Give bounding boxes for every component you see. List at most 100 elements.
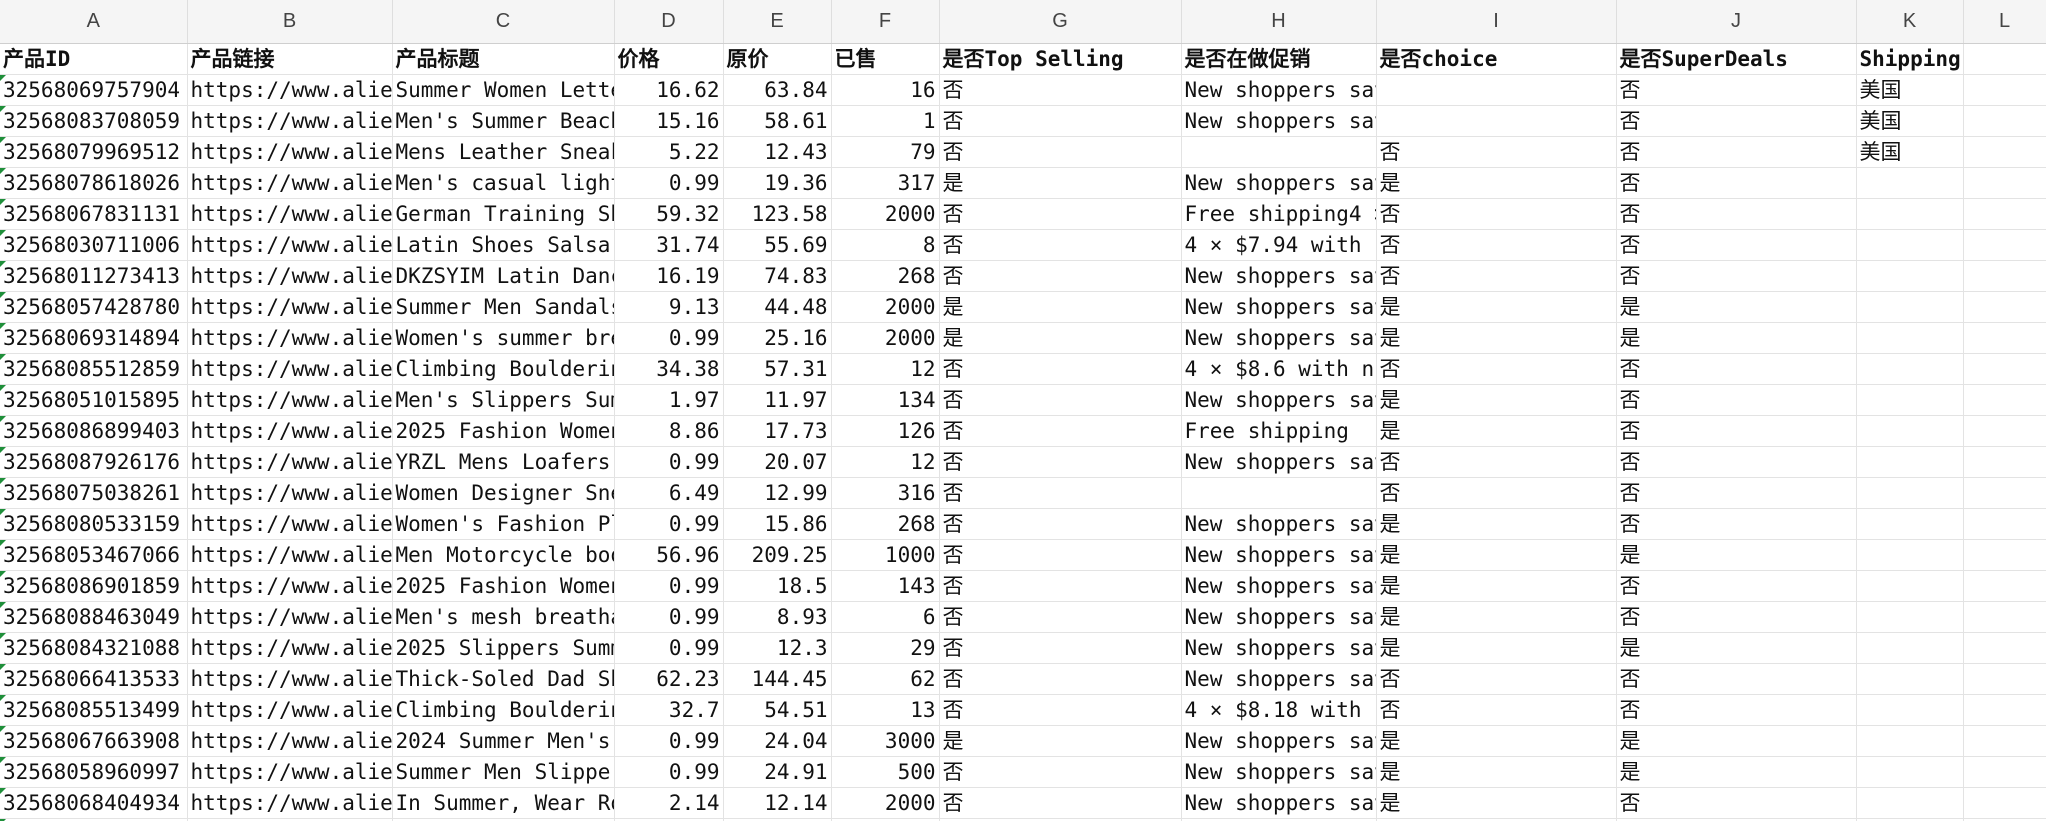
field-header-cell[interactable]: 是否choice — [1376, 43, 1617, 75]
table-cell[interactable]: 25.16 — [723, 322, 832, 354]
table-cell[interactable]: 55.69 — [723, 229, 832, 261]
table-cell[interactable]: 0.99 — [614, 601, 724, 633]
table-cell[interactable]: 16.62 — [614, 74, 724, 106]
table-cell[interactable]: 否 — [1616, 167, 1857, 199]
table-cell[interactable]: 134 — [831, 384, 940, 416]
table-cell[interactable] — [1376, 74, 1617, 106]
table-cell[interactable]: 1 — [831, 105, 940, 137]
table-cell[interactable]: 否 — [1616, 601, 1857, 633]
column-header-c[interactable]: C — [392, 0, 615, 44]
table-cell[interactable]: 是 — [1616, 539, 1857, 571]
table-cell[interactable]: Summer Men Slippers — [392, 756, 615, 788]
table-cell[interactable]: 2024 Summer Men's Sandals — [392, 725, 615, 757]
table-cell[interactable] — [1963, 353, 2046, 385]
table-cell[interactable]: 12 — [831, 353, 940, 385]
table-cell[interactable]: 32568053467066 — [0, 539, 188, 571]
column-header-e[interactable]: E — [723, 0, 832, 44]
table-cell[interactable]: 12.3 — [723, 632, 832, 664]
table-cell[interactable]: https://www.aliexpress.com/item/32568051… — [187, 384, 393, 416]
table-cell[interactable]: https://www.aliexpress.com/item/32568086… — [187, 570, 393, 602]
table-cell[interactable]: https://www.aliexpress.com/item/32568053… — [187, 539, 393, 571]
table-cell[interactable]: https://www.aliexpress.com/item/32568068… — [187, 787, 393, 819]
table-cell[interactable] — [1856, 446, 1964, 478]
table-cell[interactable] — [1856, 198, 1964, 230]
table-cell[interactable]: https://www.aliexpress.com/item/32568078… — [187, 167, 393, 199]
table-cell[interactable]: 是 — [939, 167, 1182, 199]
table-cell[interactable]: 0.99 — [614, 322, 724, 354]
table-cell[interactable]: 123.58 — [723, 198, 832, 230]
table-cell[interactable]: 62 — [831, 663, 940, 695]
table-cell[interactable]: 29 — [831, 632, 940, 664]
table-cell[interactable]: 6 — [831, 601, 940, 633]
table-cell[interactable]: New shoppers save — [1181, 663, 1377, 695]
table-cell[interactable]: 5.22 — [614, 136, 724, 168]
table-cell[interactable] — [1856, 787, 1964, 819]
table-cell[interactable]: Mens Leather Sneakers — [392, 136, 615, 168]
table-cell[interactable]: 1000 — [831, 539, 940, 571]
table-cell[interactable] — [1856, 663, 1964, 695]
table-cell[interactable]: 62.23 — [614, 663, 724, 695]
table-cell[interactable]: 否 — [1376, 136, 1617, 168]
table-cell[interactable]: 是 — [1376, 322, 1617, 354]
table-cell[interactable]: 否 — [939, 539, 1182, 571]
table-cell[interactable]: 2025 Fashion Women — [392, 415, 615, 447]
table-cell[interactable]: 是 — [1376, 384, 1617, 416]
table-cell[interactable]: 否 — [1616, 105, 1857, 137]
table-cell[interactable]: 12 — [831, 446, 940, 478]
table-cell[interactable]: 是 — [1376, 167, 1617, 199]
table-cell[interactable]: 317 — [831, 167, 940, 199]
field-header-cell[interactable]: 已售 — [831, 43, 940, 75]
table-cell[interactable]: 否 — [1616, 663, 1857, 695]
table-cell[interactable]: 否 — [1616, 74, 1857, 106]
table-cell[interactable]: 12.99 — [723, 477, 832, 509]
table-cell[interactable]: 0.99 — [614, 508, 724, 540]
table-cell[interactable]: https://www.aliexpress.com/item/32568079… — [187, 136, 393, 168]
table-cell[interactable]: 32568057428780 — [0, 291, 188, 323]
field-header-cell[interactable]: 是否在做促销 — [1181, 43, 1377, 75]
table-cell[interactable]: Climbing Bouldering — [392, 694, 615, 726]
table-cell[interactable]: New shoppers save — [1181, 74, 1377, 106]
table-cell[interactable]: Summer Women Letter — [392, 74, 615, 106]
table-cell[interactable]: 0.99 — [614, 725, 724, 757]
column-header-h[interactable]: H — [1181, 0, 1377, 44]
table-cell[interactable]: 否 — [1616, 229, 1857, 261]
table-cell[interactable]: New shoppers save — [1181, 570, 1377, 602]
column-header-a[interactable]: A — [0, 0, 188, 44]
table-cell[interactable]: 否 — [939, 74, 1182, 106]
table-cell[interactable]: 32568068404934 — [0, 787, 188, 819]
table-cell[interactable]: New shoppers save — [1181, 725, 1377, 757]
table-cell[interactable] — [1963, 508, 2046, 540]
table-cell[interactable]: Men Motorcycle boots — [392, 539, 615, 571]
column-header-g[interactable]: G — [939, 0, 1182, 44]
table-cell[interactable]: 32568084321088 — [0, 632, 188, 664]
table-cell[interactable]: In Summer, Wear Round — [392, 787, 615, 819]
table-cell[interactable]: 32568030711006 — [0, 229, 188, 261]
table-cell[interactable]: 否 — [1376, 229, 1617, 261]
table-cell[interactable]: New shoppers save — [1181, 322, 1377, 354]
field-header-cell[interactable] — [1963, 43, 2046, 75]
table-cell[interactable]: 否 — [1376, 477, 1617, 509]
table-cell[interactable]: New shoppers save — [1181, 260, 1377, 292]
table-cell[interactable]: New shoppers save — [1181, 539, 1377, 571]
table-cell[interactable]: 否 — [1376, 198, 1617, 230]
table-cell[interactable] — [1963, 570, 2046, 602]
table-cell[interactable]: 是 — [1376, 756, 1617, 788]
table-cell[interactable]: 1.97 — [614, 384, 724, 416]
table-cell[interactable]: 否 — [939, 694, 1182, 726]
table-cell[interactable]: 32568085513499 — [0, 694, 188, 726]
table-cell[interactable]: Men's Slippers Summer — [392, 384, 615, 416]
table-cell[interactable]: 19.36 — [723, 167, 832, 199]
table-cell[interactable]: 否 — [939, 570, 1182, 602]
table-cell[interactable]: 是 — [1616, 725, 1857, 757]
table-cell[interactable] — [1856, 508, 1964, 540]
table-cell[interactable]: 31.74 — [614, 229, 724, 261]
table-cell[interactable]: 是 — [1376, 539, 1617, 571]
table-cell[interactable] — [1856, 570, 1964, 602]
table-cell[interactable]: 否 — [939, 477, 1182, 509]
table-cell[interactable]: Free shipping4 > — [1181, 198, 1377, 230]
column-header-f[interactable]: F — [831, 0, 940, 44]
table-cell[interactable]: 32568067831131 — [0, 198, 188, 230]
table-cell[interactable] — [1856, 539, 1964, 571]
table-cell[interactable]: 2000 — [831, 198, 940, 230]
table-cell[interactable]: 是 — [1616, 322, 1857, 354]
